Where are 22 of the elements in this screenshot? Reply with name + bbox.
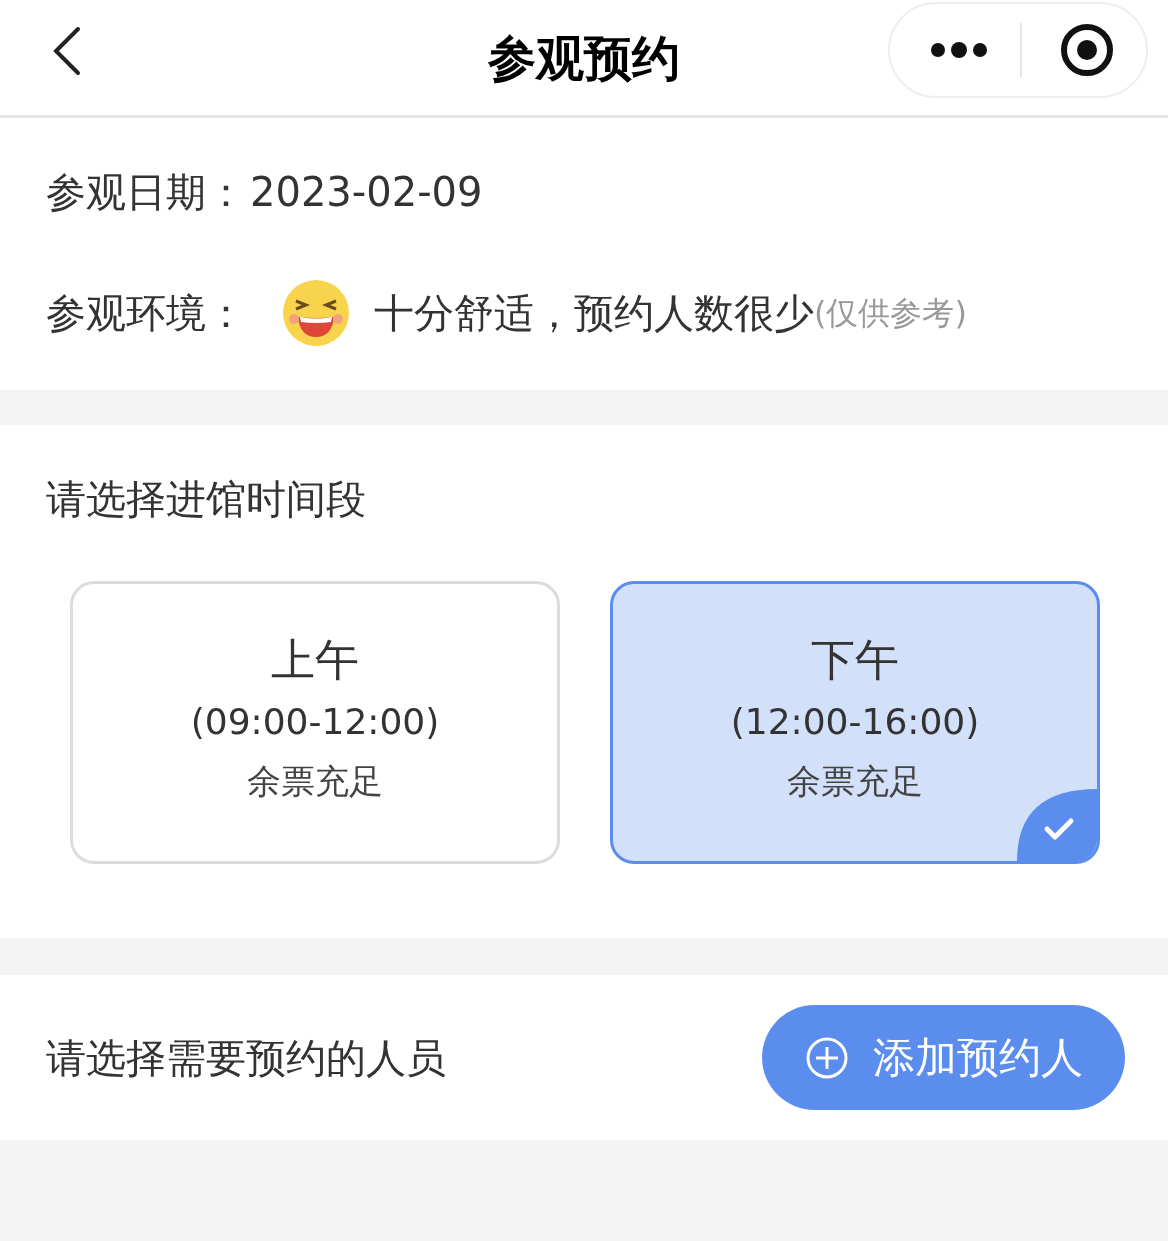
environment-text: 十分舒适，预约人数很少 bbox=[374, 289, 814, 338]
close-target-icon[interactable] bbox=[1060, 23, 1114, 77]
section-title: 请选择进馆时间段 bbox=[46, 475, 367, 523]
back-icon[interactable] bbox=[52, 26, 82, 76]
slot-time-range: (12:00-16:00) bbox=[730, 700, 980, 744]
time-slot-card[interactable]: 上午 (09:00-12:00) 余票充足 bbox=[70, 581, 560, 864]
slot-availability: 余票充足 bbox=[787, 760, 923, 803]
date-label: 参观日期： bbox=[46, 167, 246, 217]
environment-note: (仅供参考) bbox=[814, 293, 967, 332]
date-value: 2023-02-09 bbox=[250, 167, 483, 217]
slot-name: 上午 bbox=[271, 633, 359, 687]
slot-availability: 余票充足 bbox=[247, 760, 383, 803]
page-title: 参观预约 bbox=[488, 28, 680, 88]
check-icon bbox=[1017, 789, 1097, 861]
slot-name: 下午 bbox=[811, 633, 899, 687]
plus-circle-icon bbox=[804, 1035, 849, 1080]
section-title: 请选择需要预约的人员 bbox=[46, 1033, 446, 1083]
environment-label: 参观环境： bbox=[46, 289, 247, 338]
more-icon[interactable] bbox=[930, 42, 988, 58]
laughing-emoji-icon bbox=[282, 279, 350, 347]
time-slot-card[interactable]: 下午 (12:00-16:00) 余票充足 bbox=[610, 581, 1100, 864]
slot-time-range: (09:00-12:00) bbox=[190, 700, 440, 744]
